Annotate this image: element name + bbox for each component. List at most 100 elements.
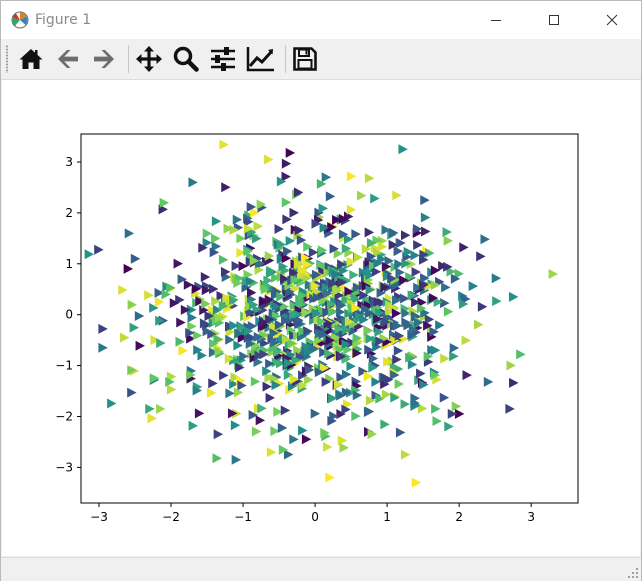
- scatter-point: [246, 287, 257, 298]
- scatter-plot[interactable]: −3 −2 −1 0 1 2 3 −3 −2 −1 0 1 2 3: [2, 80, 640, 556]
- scatter-point: [339, 442, 349, 453]
- scatter-point: [175, 336, 185, 347]
- scatter-point: [400, 449, 411, 460]
- scatter-point: [370, 193, 380, 204]
- scatter-point: [443, 306, 454, 317]
- toolbar-separator: [128, 45, 129, 73]
- scatter-point: [134, 311, 145, 322]
- scatter-point: [310, 408, 321, 419]
- x-tick-label: −1: [234, 510, 252, 524]
- scatter-point: [318, 203, 328, 214]
- scatter-point: [176, 317, 186, 328]
- scatter-point: [156, 338, 166, 349]
- scatter-point: [474, 319, 484, 330]
- scatter-point: [353, 252, 364, 263]
- minimize-button[interactable]: [467, 1, 525, 39]
- forward-button[interactable]: [89, 44, 119, 74]
- scatter-point: [107, 398, 117, 409]
- scatter-point: [159, 197, 170, 208]
- scatter-point: [407, 359, 418, 370]
- scatter-point: [129, 322, 140, 333]
- scatter-point: [123, 263, 134, 274]
- scatter-point: [398, 144, 408, 155]
- title-bar[interactable]: Figure 1: [1, 1, 641, 39]
- y-tick-label: 3: [65, 155, 73, 169]
- save-button[interactable]: [290, 44, 320, 74]
- scatter-point: [420, 195, 430, 206]
- scatter-point: [439, 392, 450, 403]
- figure-window: Figure 1 −3 −2 −1 0 1 2 3 −3 −2 −1 0 1 2…: [0, 0, 642, 581]
- scatter-point: [325, 191, 336, 202]
- y-tick-label: 1: [65, 257, 73, 271]
- back-button[interactable]: [53, 44, 83, 74]
- scatter-point: [257, 403, 267, 414]
- scatter-point: [508, 291, 519, 302]
- scatter-point: [213, 429, 224, 440]
- window-title: Figure 1: [35, 12, 92, 28]
- scatter-point: [395, 427, 406, 438]
- scatter-point: [178, 345, 188, 356]
- scatter-point: [421, 226, 431, 237]
- scatter-point: [352, 390, 363, 401]
- scatter-point: [225, 334, 235, 345]
- configure-subplots-button[interactable]: [208, 44, 238, 74]
- scatter-point: [250, 376, 261, 387]
- scatter-point: [509, 377, 519, 388]
- scatter-point: [219, 139, 229, 150]
- edit-axes-button[interactable]: [246, 44, 276, 74]
- scatter-point: [392, 190, 402, 201]
- scatter-point: [346, 171, 357, 182]
- matplotlib-logo-icon: [11, 11, 29, 29]
- toolbar-grip[interactable]: [6, 45, 8, 73]
- scatter-point: [130, 253, 141, 264]
- magnifier-icon: [173, 46, 199, 72]
- scatter-point: [98, 323, 108, 334]
- scatter-point: [274, 223, 284, 234]
- scatter-points: [84, 139, 558, 488]
- close-button[interactable]: [583, 1, 641, 39]
- scatter-point: [346, 361, 356, 372]
- scatter-point: [232, 214, 243, 225]
- scatter-point: [416, 368, 426, 379]
- maximize-icon: [549, 15, 559, 25]
- x-tick-label: 2: [455, 510, 463, 524]
- scatter-point: [468, 281, 479, 292]
- scatter-point: [357, 190, 367, 201]
- scatter-point: [236, 233, 246, 244]
- scatter-point: [188, 177, 198, 188]
- scatter-point: [440, 353, 450, 364]
- resize-grip-icon[interactable]: [627, 567, 639, 579]
- scatter-point: [351, 411, 361, 422]
- scatter-point: [188, 420, 199, 431]
- scatter-point: [411, 267, 421, 278]
- pan-button[interactable]: [134, 44, 164, 74]
- scatter-point: [461, 335, 471, 346]
- y-tick-label: −1: [55, 359, 73, 373]
- scatter-point: [200, 272, 211, 283]
- figure-canvas[interactable]: −3 −2 −1 0 1 2 3 −3 −2 −1 0 1 2 3: [2, 80, 640, 556]
- scatter-point: [120, 332, 130, 343]
- scatter-point: [124, 228, 135, 239]
- home-icon: [19, 49, 43, 69]
- scatter-point: [218, 254, 229, 265]
- scatter-point: [435, 320, 445, 331]
- scatter-point: [432, 416, 442, 427]
- scatter-point: [476, 251, 486, 262]
- scatter-point: [251, 426, 262, 437]
- scatter-point: [166, 282, 176, 293]
- x-tick-label: −3: [90, 510, 108, 524]
- maximize-button[interactable]: [525, 1, 583, 39]
- move-icon: [136, 46, 162, 72]
- zoom-button[interactable]: [171, 44, 201, 74]
- line-chart-icon: [246, 47, 274, 72]
- scatter-point: [219, 370, 229, 381]
- home-button[interactable]: [16, 44, 46, 74]
- scatter-point: [187, 312, 197, 323]
- scatter-point: [206, 387, 217, 398]
- scatter-point: [381, 389, 392, 400]
- minimize-icon: [491, 20, 501, 21]
- scatter-point: [480, 234, 490, 245]
- floppy-disk-icon: [293, 47, 317, 71]
- scatter-point: [144, 290, 154, 301]
- scatter-point: [431, 403, 441, 414]
